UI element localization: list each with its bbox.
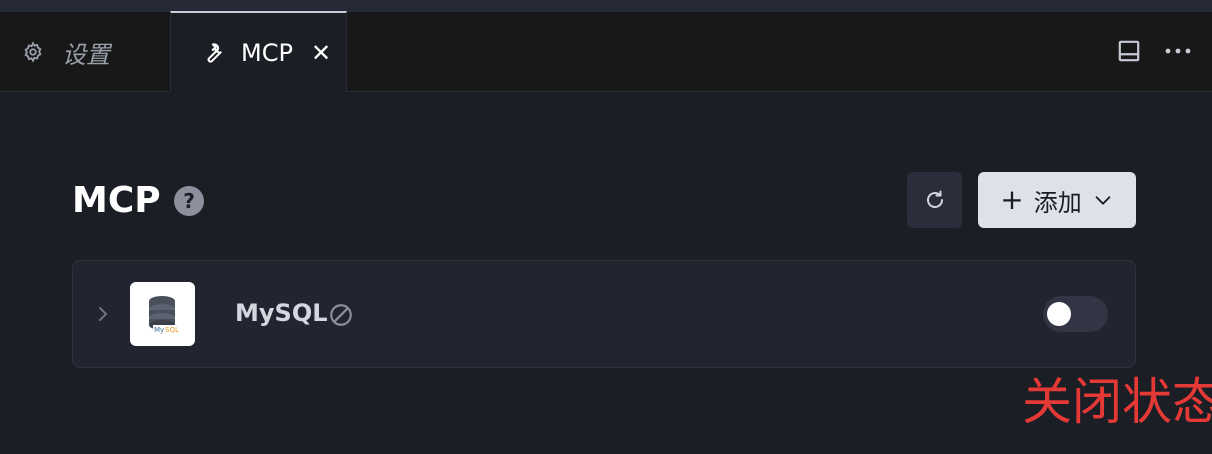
help-icon[interactable]: ? xyxy=(174,186,204,216)
enable-toggle[interactable] xyxy=(1043,296,1108,332)
tab-mcp[interactable]: MCP ✕ xyxy=(170,11,347,92)
refresh-button[interactable] xyxy=(907,172,962,228)
page-title: MCP xyxy=(72,180,161,221)
chevron-right-icon[interactable] xyxy=(95,303,111,325)
tab-actions xyxy=(1116,38,1192,64)
close-icon[interactable]: ✕ xyxy=(311,41,331,65)
svg-text:SQL: SQL xyxy=(165,326,179,334)
server-name: MySQL xyxy=(235,299,328,327)
tab-bar: 设置 MCP ✕ xyxy=(0,11,1212,92)
gear-icon xyxy=(22,41,44,63)
add-button[interactable]: + 添加 xyxy=(978,172,1136,228)
server-card-mysql[interactable]: My SQL MySQL xyxy=(72,260,1136,368)
plus-icon: + xyxy=(1000,183,1024,216)
tab-mcp-label: MCP xyxy=(241,38,293,67)
wrench-icon xyxy=(201,41,225,65)
toggle-knob xyxy=(1047,302,1071,326)
refresh-icon xyxy=(923,188,947,212)
more-icon[interactable] xyxy=(1164,38,1192,64)
disabled-icon xyxy=(328,302,354,328)
tab-settings-label: 设置 xyxy=(62,40,110,69)
panel-layout-icon[interactable] xyxy=(1116,38,1142,64)
chevron-down-icon xyxy=(1092,189,1114,211)
add-button-label: 添加 xyxy=(1033,188,1082,217)
annotation-label: 关闭状态 xyxy=(1022,373,1212,431)
svg-text:My: My xyxy=(154,326,164,334)
tab-settings[interactable]: 设置 xyxy=(0,12,170,92)
mysql-database-logo: My SQL xyxy=(130,282,195,346)
